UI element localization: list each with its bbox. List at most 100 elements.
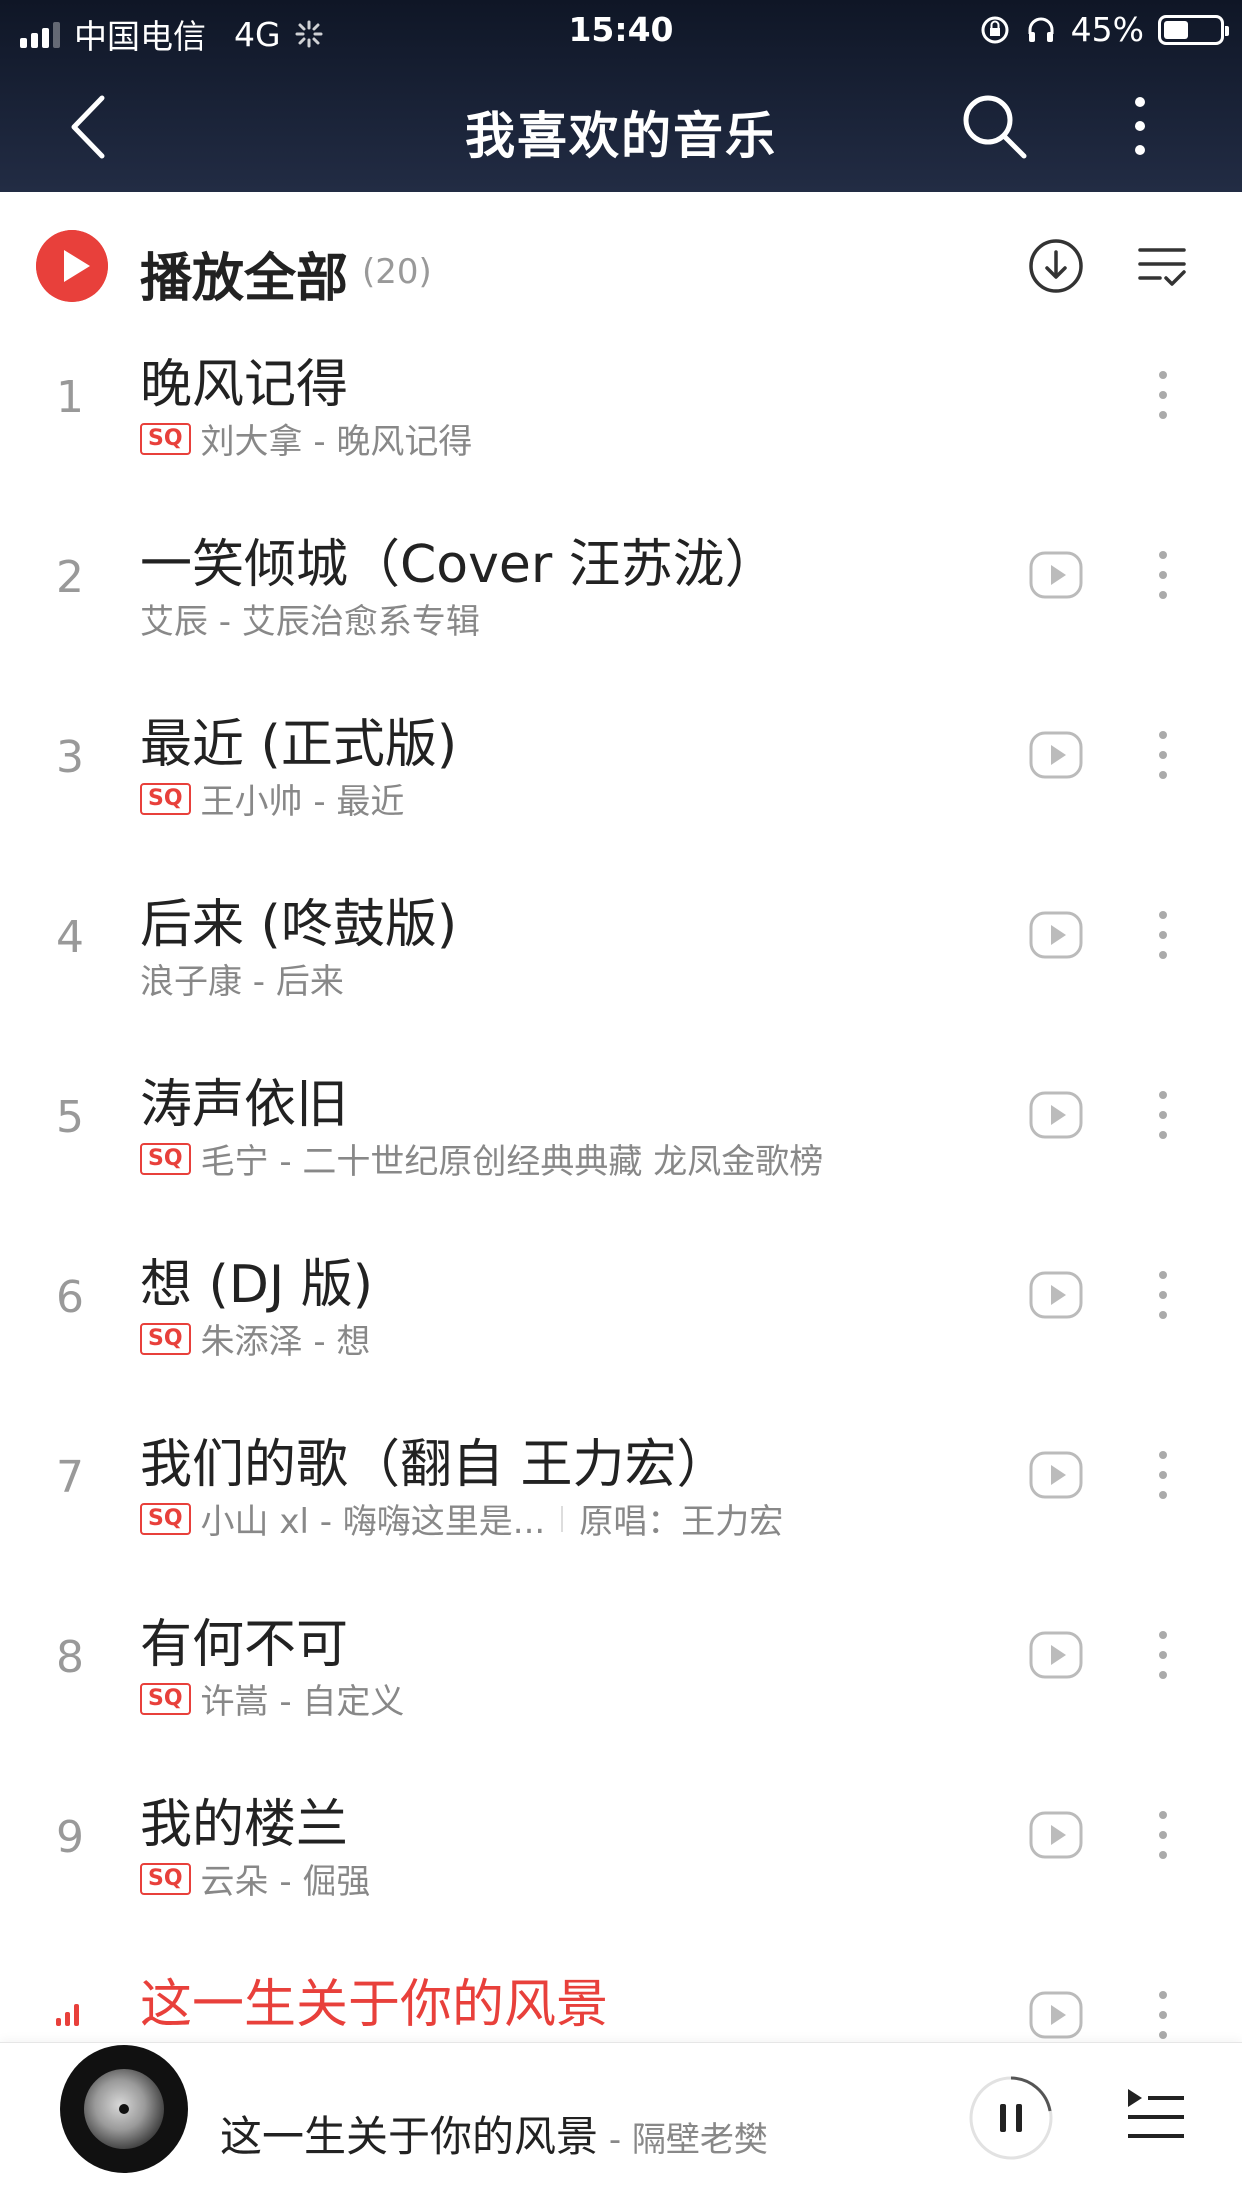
song-title[interactable]: 有何不可: [140, 1602, 348, 1677]
mini-player[interactable]: 这一生关于你的风景 - 隔壁老樊: [0, 2042, 1242, 2208]
song-index: 4: [56, 912, 84, 963]
song-index: 7: [56, 1452, 84, 1503]
more-vertical-icon[interactable]: [1148, 1267, 1178, 1323]
sq-badge: SQ: [140, 782, 191, 815]
play-outline-icon[interactable]: [1028, 1447, 1084, 1503]
sq-badge: SQ: [140, 422, 191, 455]
song-title[interactable]: 一笑倾城（Cover 汪苏泷）: [140, 522, 777, 597]
more-vertical-icon[interactable]: [1148, 1807, 1178, 1863]
more-vertical-icon[interactable]: [1148, 1447, 1178, 1503]
now-playing-separator: -: [598, 2120, 632, 2160]
now-playing-info[interactable]: 这一生关于你的风景 - 隔壁老樊: [220, 2103, 768, 2164]
song-index: 9: [56, 1812, 84, 1863]
song-subtitle: SQ 许嵩 - 自定义: [140, 1674, 404, 1723]
song-subtitle: SQ 毛宁 - 二十世纪原创经典典藏 龙凤金歌榜: [140, 1134, 823, 1183]
song-artist-album: 刘大拿 - 晚风记得: [200, 422, 473, 462]
search-icon[interactable]: [958, 90, 1030, 162]
song-index: 2: [56, 552, 84, 603]
song-subtitle: SQ 云朵 - 倔强: [140, 1854, 370, 1903]
play-outline-icon[interactable]: [1028, 907, 1084, 963]
rotation-lock-icon: [981, 16, 1009, 43]
song-artist-album: 浪子康 - 后来: [140, 962, 344, 1002]
play-outline-icon[interactable]: [1028, 547, 1084, 603]
song-subtitle: SQ 小山 xl - 嗨嗨这里是... 原唱：王力宏: [140, 1494, 783, 1543]
battery-icon: [1158, 14, 1229, 45]
sq-badge: SQ: [140, 1682, 191, 1715]
song-row[interactable]: 5 涛声依旧 SQ 毛宁 - 二十世纪原创经典典藏 龙凤金歌榜: [0, 1062, 1242, 1242]
more-vertical-icon[interactable]: [1148, 727, 1178, 783]
more-vertical-icon[interactable]: [1148, 1087, 1178, 1143]
album-disc[interactable]: [60, 2045, 188, 2173]
more-vertical-icon[interactable]: [1148, 547, 1178, 603]
song-row[interactable]: 这一生关于你的风景: [0, 1962, 1242, 2042]
song-subtitle: SQ 朱添泽 - 想: [140, 1314, 370, 1363]
song-title[interactable]: 这一生关于你的风景: [140, 1962, 608, 2037]
song-index: 5: [56, 1092, 84, 1143]
more-vertical-icon[interactable]: [1148, 1627, 1178, 1683]
play-outline-icon[interactable]: [1028, 1807, 1084, 1863]
song-row[interactable]: 2 一笑倾城（Cover 汪苏泷） 艾辰 - 艾辰治愈系专辑: [0, 522, 1242, 702]
song-artist-album: 小山 xl - 嗨嗨这里是...: [200, 1502, 546, 1542]
headphones-icon: [1028, 17, 1054, 42]
now-playing-title: 这一生关于你的风景: [220, 2112, 599, 2161]
song-artist-album: 云朵 - 倔强: [200, 1862, 371, 1902]
play-outline-icon[interactable]: [1028, 1627, 1084, 1683]
sq-badge: SQ: [140, 1862, 191, 1895]
pause-icon[interactable]: [968, 2075, 1054, 2161]
more-vertical-icon[interactable]: [1148, 367, 1178, 423]
song-subtitle: SQ 王小帅 - 最近: [140, 774, 404, 823]
song-title[interactable]: 想 (DJ 版): [140, 1242, 373, 1317]
song-count: (20): [362, 252, 432, 292]
song-title[interactable]: 后来 (咚鼓版): [140, 882, 457, 957]
now-playing-artist: 隔壁老樊: [631, 2120, 768, 2160]
song-row[interactable]: 9 我的楼兰 SQ 云朵 - 倔强: [0, 1782, 1242, 1962]
play-all-bar[interactable]: 播放全部 (20): [0, 192, 1242, 342]
song-artist-album: 许嵩 - 自定义: [200, 1682, 405, 1722]
song-row[interactable]: 6 想 (DJ 版) SQ 朱添泽 - 想: [0, 1242, 1242, 1422]
more-vertical-icon[interactable]: [1120, 90, 1160, 162]
sq-badge: SQ: [140, 1142, 191, 1175]
battery-percent: 45%: [1070, 10, 1144, 49]
nav-bar: 我喜欢的音乐: [0, 62, 1242, 192]
page-title: 我喜欢的音乐: [465, 107, 777, 165]
more-vertical-icon[interactable]: [1148, 907, 1178, 963]
status-bar: 中国电信 4G 15:40 45%: [0, 0, 1242, 62]
download-icon[interactable]: [1028, 238, 1084, 294]
song-subtitle: SQ 刘大拿 - 晚风记得: [140, 414, 472, 463]
play-outline-icon[interactable]: [1028, 1087, 1084, 1143]
song-row[interactable]: 8 有何不可 SQ 许嵩 - 自定义: [0, 1602, 1242, 1782]
more-vertical-icon[interactable]: [1148, 1987, 1178, 2042]
play-outline-icon[interactable]: [1028, 1267, 1084, 1323]
song-artist-album: 艾辰 - 艾辰治愈系专辑: [140, 602, 480, 642]
song-list: 1 晚风记得 SQ 刘大拿 - 晚风记得 2 一笑倾城（Cover 汪苏泷） 艾辰 - 艾辰…: [0, 342, 1242, 2042]
play-all-label[interactable]: 播放全部: [140, 236, 348, 311]
song-subtitle: 艾辰 - 艾辰治愈系专辑: [140, 594, 480, 643]
sq-badge: SQ: [140, 1502, 191, 1535]
play-outline-icon[interactable]: [1028, 727, 1084, 783]
song-row[interactable]: 7 我们的歌（翻自 王力宏） SQ 小山 xl - 嗨嗨这里是... 原唱：王力宏: [0, 1422, 1242, 1602]
song-index: 3: [56, 732, 84, 783]
now-playing-equalizer-icon: [56, 2002, 79, 2026]
song-artist-album: 毛宁 - 二十世纪原创经典典藏 龙凤金歌榜: [200, 1142, 824, 1182]
sq-badge: SQ: [140, 1322, 191, 1355]
song-artist-album: 朱添泽 - 想: [200, 1322, 371, 1362]
original-singer: 原唱：王力宏: [579, 1502, 784, 1542]
play-outline-icon[interactable]: [1028, 1987, 1084, 2042]
album-art: [84, 2069, 164, 2149]
play-circle-icon[interactable]: [36, 230, 108, 302]
song-title[interactable]: 我的楼兰: [140, 1782, 348, 1857]
song-title[interactable]: 晚风记得: [140, 342, 348, 417]
header: 中国电信 4G 15:40 45% 我喜欢的音乐: [0, 0, 1242, 192]
song-index: 1: [56, 372, 84, 423]
multi-select-icon[interactable]: [1136, 240, 1188, 292]
song-artist-album: 王小帅 - 最近: [200, 782, 405, 822]
song-row[interactable]: 4 后来 (咚鼓版) 浪子康 - 后来: [0, 882, 1242, 1062]
song-title[interactable]: 涛声依旧: [140, 1062, 348, 1137]
song-index: 6: [56, 1272, 84, 1323]
song-row[interactable]: 3 最近 (正式版) SQ 王小帅 - 最近: [0, 702, 1242, 882]
song-title[interactable]: 我们的歌（翻自 王力宏）: [140, 1422, 729, 1497]
song-row[interactable]: 1 晚风记得 SQ 刘大拿 - 晚风记得: [0, 342, 1242, 522]
song-title[interactable]: 最近 (正式版): [140, 702, 457, 777]
playlist-icon[interactable]: [1126, 2083, 1186, 2147]
song-subtitle: 浪子康 - 后来: [140, 954, 344, 1003]
